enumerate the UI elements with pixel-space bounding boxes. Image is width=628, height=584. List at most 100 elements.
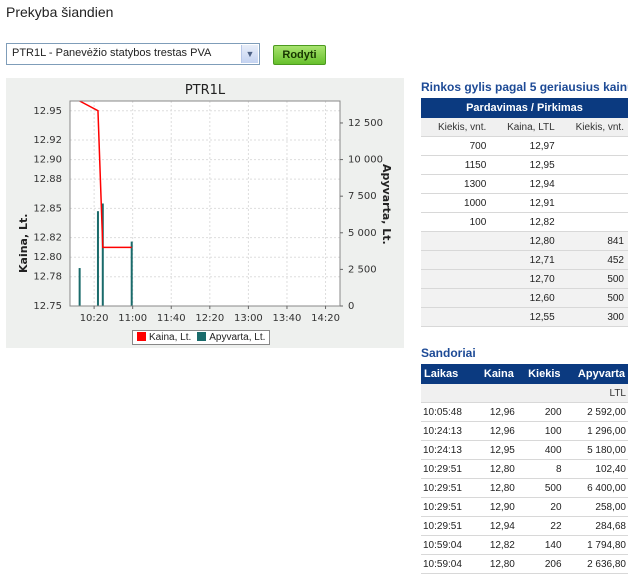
chevron-down-icon[interactable]: ▼ bbox=[241, 45, 258, 63]
stock-select[interactable]: PTR1L - Panevėžio statybos trestas PVA ▼ bbox=[6, 43, 260, 65]
depth-price: 12,91 bbox=[490, 193, 559, 213]
trade-time: 10:24:13 bbox=[421, 421, 474, 441]
depth-sell-qty: 700 bbox=[421, 136, 491, 156]
depth-row: 1150 12,95 bbox=[421, 155, 628, 175]
depth-col-buy-qty: Kiekis, vnt. bbox=[558, 118, 628, 137]
trade-qty: 20 bbox=[516, 497, 564, 517]
trade-row: 10:59:04 12,82 140 1 794,80 bbox=[421, 535, 628, 555]
legend-swatch-turnover bbox=[197, 332, 207, 341]
x-tick-label: 11:40 bbox=[157, 313, 186, 324]
y-left-tick-label: 12.85 bbox=[33, 203, 62, 214]
trade-price: 12,80 bbox=[473, 459, 517, 479]
depth-price: 12,70 bbox=[490, 269, 559, 289]
trade-price: 12,96 bbox=[473, 402, 517, 422]
depth-row: 12,55 300 bbox=[421, 307, 628, 327]
depth-price: 12,80 bbox=[490, 231, 559, 251]
depth-sell-qty: 1300 bbox=[421, 174, 491, 194]
trade-qty: 500 bbox=[516, 478, 564, 498]
legend-swatch-price bbox=[137, 332, 146, 341]
depth-price: 12,97 bbox=[490, 136, 559, 156]
depth-sell-qty bbox=[421, 231, 491, 251]
legend-item-price: Kaina, Lt. bbox=[137, 332, 191, 343]
depth-sell-qty bbox=[421, 250, 491, 270]
trade-qty: 8 bbox=[516, 459, 564, 479]
trade-turnover: 258,00 bbox=[563, 497, 628, 517]
depth-col-price: Kaina, LTL bbox=[490, 118, 559, 137]
trade-row: 10:24:13 12,96 100 1 296,00 bbox=[421, 421, 628, 441]
trade-time: 10:24:13 bbox=[421, 440, 474, 460]
y-right-tick-label: 2 500 bbox=[348, 264, 377, 275]
trade-time: 10:29:51 bbox=[421, 497, 474, 517]
trades-col-qty: Kiekis bbox=[528, 368, 561, 380]
trades-table: Laikas Kaina Kiekis Apyvarta LTL 10:05:4… bbox=[421, 364, 628, 574]
market-depth-table: Pardavimas / Pirkimas Kiekis, vnt. Kaina… bbox=[421, 98, 628, 327]
trade-turnover: 102,40 bbox=[563, 459, 628, 479]
trade-row: 10:29:51 12,94 22 284,68 bbox=[421, 516, 628, 536]
x-tick-label: 13:00 bbox=[234, 313, 263, 324]
trade-price: 12,80 bbox=[473, 478, 517, 498]
x-tick-label: 10:20 bbox=[80, 313, 109, 324]
trade-turnover: 1 794,80 bbox=[563, 535, 628, 555]
y-left-tick-label: 12.88 bbox=[33, 174, 62, 185]
page-title: Prekyba šiandien bbox=[6, 4, 114, 20]
depth-buy-qty: 500 bbox=[558, 269, 628, 289]
depth-buy-qty: 500 bbox=[558, 288, 628, 308]
depth-buy-qty bbox=[558, 155, 628, 175]
y-left-tick-label: 12.95 bbox=[33, 106, 62, 117]
depth-sell-qty bbox=[421, 307, 491, 327]
plot-background bbox=[70, 101, 340, 306]
chart-canvas: PTR1L 10:20 11:00 11:40 12:20 13:00 13:40 14:2… bbox=[17, 83, 393, 324]
trade-turnover: 2 636,80 bbox=[563, 554, 628, 574]
trade-time: 10:05:48 bbox=[421, 402, 474, 422]
depth-sell-qty: 100 bbox=[421, 212, 491, 232]
depth-row: 700 12,97 bbox=[421, 136, 628, 156]
depth-sell-qty: 1000 bbox=[421, 193, 491, 213]
trade-turnover: 1 296,00 bbox=[563, 421, 628, 441]
y-axis-right-label: Apyvarta, Lt. bbox=[380, 164, 393, 245]
depth-row: 12,80 841 bbox=[421, 231, 628, 251]
depth-buy-qty: 841 bbox=[558, 231, 628, 251]
trade-row: 10:29:51 12,80 8 102,40 bbox=[421, 459, 628, 479]
chart-legend: Kaina, Lt. Apyvarta, Lt. bbox=[132, 330, 271, 345]
trades-unit: LTL bbox=[563, 384, 628, 403]
trade-price: 12,96 bbox=[473, 421, 517, 441]
depth-row: 12,70 500 bbox=[421, 269, 628, 289]
x-tick-label: 13:40 bbox=[273, 313, 302, 324]
depth-header: Pardavimas / Pirkimas bbox=[466, 102, 583, 114]
depth-sell-qty: 1150 bbox=[421, 155, 491, 175]
trade-row: 10:24:13 12,95 400 5 180,00 bbox=[421, 440, 628, 460]
trade-qty: 100 bbox=[516, 421, 564, 441]
show-button[interactable]: Rodyti bbox=[273, 45, 326, 65]
trade-price: 12,82 bbox=[473, 535, 517, 555]
y-right-tick-label: 12 500 bbox=[348, 118, 383, 129]
x-tick-label: 14:20 bbox=[311, 313, 340, 324]
depth-price: 12,95 bbox=[490, 155, 559, 175]
y-left-tick-label: 12.78 bbox=[33, 272, 62, 283]
y-axis-left-label: Kaina, Lt. bbox=[17, 214, 30, 273]
depth-col-sell-qty: Kiekis, vnt. bbox=[421, 118, 491, 137]
turnover-bar bbox=[96, 211, 99, 306]
trade-time: 10:29:51 bbox=[421, 478, 474, 498]
y-right-tick-label: 7 500 bbox=[348, 191, 377, 202]
depth-row: 1300 12,94 bbox=[421, 174, 628, 194]
market-depth-title: Rinkos gylis pagal 5 geriausius kainų bbox=[421, 80, 628, 94]
trade-turnover: 6 400,00 bbox=[563, 478, 628, 498]
trade-time: 10:59:04 bbox=[421, 554, 474, 574]
trade-row: 10:05:48 12,96 200 2 592,00 bbox=[421, 402, 628, 422]
trade-qty: 206 bbox=[516, 554, 564, 574]
depth-price: 12,60 bbox=[490, 288, 559, 308]
trades-col-price: Kaina bbox=[483, 368, 514, 380]
trade-price: 12,95 bbox=[473, 440, 517, 460]
stock-select-value: PTR1L - Panevėžio statybos trestas PVA bbox=[12, 47, 212, 59]
trade-turnover: 5 180,00 bbox=[563, 440, 628, 460]
depth-buy-qty bbox=[558, 212, 628, 232]
depth-price: 12,82 bbox=[490, 212, 559, 232]
depth-price: 12,71 bbox=[490, 250, 559, 270]
trade-time: 10:29:51 bbox=[421, 516, 474, 536]
legend-label-price: Kaina, Lt. bbox=[149, 332, 192, 343]
trade-time: 10:29:51 bbox=[421, 459, 474, 479]
trades-col-time: Laikas bbox=[424, 368, 459, 380]
trade-qty: 140 bbox=[516, 535, 564, 555]
depth-row: 12,60 500 bbox=[421, 288, 628, 308]
y-right-tick-label: 10 000 bbox=[348, 155, 383, 166]
